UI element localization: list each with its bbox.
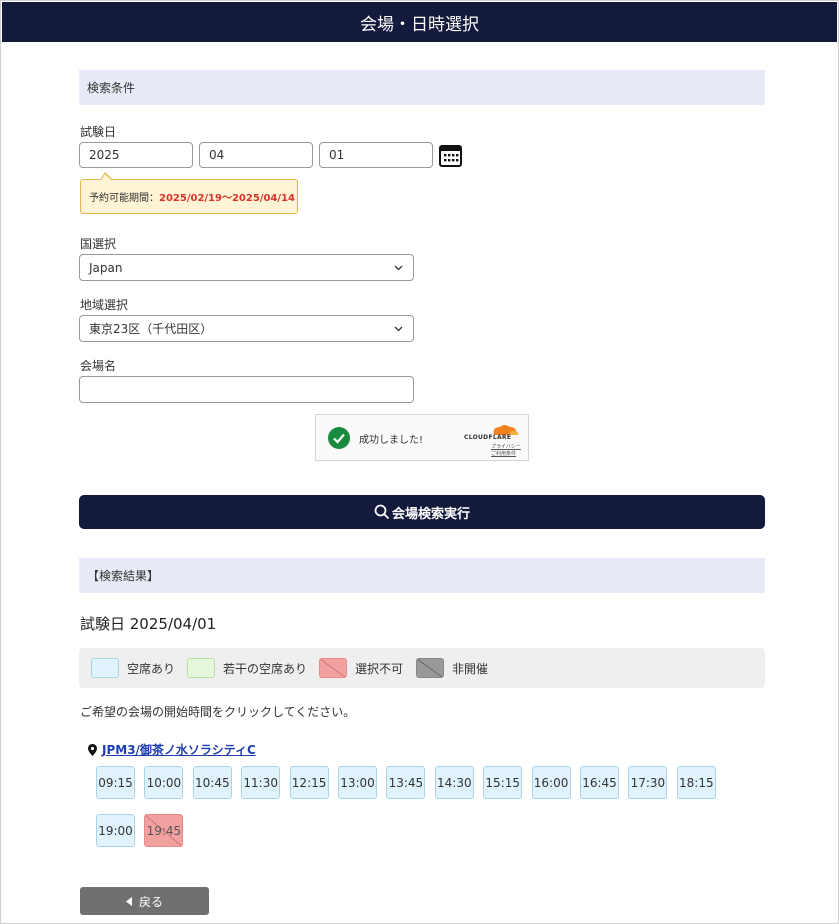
- region-select[interactable]: 東京23区（千代田区）: [79, 315, 414, 342]
- time-slot-button[interactable]: 16:45: [580, 766, 619, 799]
- venue-search-label: 会場検索実行: [391, 506, 470, 522]
- country-label: 国選択: [80, 237, 117, 251]
- page-header: 会場・日時選択: [2, 2, 837, 42]
- result-date-heading: 試験日 2025/04/01: [80, 615, 217, 633]
- time-slot-label: 09:15: [98, 775, 133, 790]
- tooltip-arrow-fill: [101, 174, 111, 180]
- month-input[interactable]: 04: [199, 142, 313, 168]
- search-conditions-title: 検索条件: [87, 81, 136, 95]
- time-slot-label: 12:15: [291, 775, 327, 790]
- legend-label: 非開催: [452, 661, 489, 676]
- time-slot-label: 17:30: [630, 775, 666, 790]
- legend-swatch-not-held: [416, 658, 444, 678]
- chevron-down-icon: [394, 265, 403, 271]
- caret-left-icon: [125, 896, 132, 906]
- time-slot-button[interactable]: 13:45: [386, 766, 426, 799]
- time-slot-button[interactable]: 18:15: [676, 766, 716, 799]
- page-title: 会場・日時選択: [360, 14, 479, 35]
- time-slot-button[interactable]: 12:15: [289, 766, 329, 799]
- captcha-privacy-link[interactable]: プライバシー: [491, 443, 521, 450]
- results-bar: 【検索結果】: [79, 558, 765, 593]
- calendar-icon[interactable]: [439, 144, 462, 167]
- instruction-text: ご希望の会場の開始時間をクリックしてください。: [80, 705, 356, 719]
- time-slot-button: 19:45: [144, 814, 184, 847]
- time-slot-label: 16:00: [533, 775, 569, 790]
- legend-swatch-unselectable: [319, 658, 347, 678]
- time-slot-label: 10:00: [146, 775, 182, 790]
- venue-name: JPM3/御茶ノ水ソラシティC: [102, 743, 256, 757]
- availability-range: 2025/02/19〜2025/04/14: [159, 193, 295, 204]
- exam-date-label: 試験日: [80, 125, 117, 139]
- chevron-down-icon: [394, 326, 403, 332]
- legend-item: 若干の空席あり: [187, 658, 307, 678]
- results-title: 【検索結果】: [87, 569, 160, 583]
- venue-link[interactable]: JPM3/御茶ノ水ソラシティC: [88, 741, 256, 758]
- venue-name-input[interactable]: [79, 376, 414, 403]
- time-slot-label: 19:00: [98, 823, 133, 838]
- time-slot-button[interactable]: 11:30: [241, 766, 281, 799]
- success-check-icon: [328, 427, 350, 449]
- legend-item: 空席あり: [91, 658, 175, 678]
- availability-prefix: 予約可能期間：: [89, 193, 159, 204]
- back-label: 戻る: [138, 894, 163, 909]
- year-value: 2025: [89, 148, 120, 162]
- legend: 空席あり 若干の空席あり 選択不可 非開催: [79, 648, 765, 688]
- region-value: 東京23区（千代田区）: [89, 322, 213, 336]
- year-input[interactable]: 2025: [79, 142, 193, 168]
- time-slot-label: 18:15: [679, 775, 714, 790]
- time-slot-button[interactable]: 14:30: [434, 766, 474, 799]
- availability-tooltip: 予約可能期間： 2025/02/19〜2025/04/14: [80, 179, 298, 214]
- time-slot-label: 16:45: [582, 775, 617, 790]
- country-select[interactable]: Japan: [79, 254, 414, 281]
- time-slot-button[interactable]: 15:15: [483, 766, 523, 799]
- legend-label: 空席あり: [127, 661, 176, 676]
- time-slot-button[interactable]: 10:45: [192, 766, 232, 799]
- captcha-widget[interactable]: 成功しました! CLOUDFLARE プライバシー ご利用条件: [315, 414, 529, 461]
- search-conditions-bar: 検索条件: [79, 70, 765, 105]
- region-label: 地域選択: [80, 298, 129, 312]
- day-input[interactable]: 01: [319, 142, 433, 168]
- time-slot-label: 10:45: [195, 775, 230, 790]
- back-button[interactable]: 戻る: [80, 887, 209, 915]
- time-slot-button[interactable]: 09:15: [96, 766, 135, 799]
- captcha-brand: CLOUDFLARE: [464, 434, 512, 441]
- map-pin-icon: [88, 743, 97, 756]
- captcha-status: 成功しました!: [359, 435, 424, 446]
- legend-item: 非開催: [416, 658, 488, 678]
- legend-swatch-available: [91, 658, 119, 678]
- time-slot-label: 13:00: [340, 775, 375, 790]
- venue-name-label: 会場名: [80, 359, 117, 373]
- time-slot-label: 15:15: [485, 775, 520, 790]
- captcha-terms-link[interactable]: ご利用条件: [491, 450, 516, 457]
- time-slot-label: 19:45: [146, 823, 182, 838]
- time-slot-button[interactable]: 19:00: [96, 814, 135, 847]
- time-slot-button[interactable]: 16:00: [531, 766, 571, 799]
- legend-swatch-few-seats: [187, 658, 215, 678]
- legend-item: 選択不可: [319, 658, 403, 678]
- month-value: 04: [209, 148, 225, 162]
- time-slot-button[interactable]: 13:00: [338, 766, 377, 799]
- day-value: 01: [329, 148, 345, 162]
- legend-label: 若干の空席あり: [223, 661, 308, 676]
- legend-label: 選択不可: [355, 661, 404, 676]
- venue-search-button[interactable]: 会場検索実行: [79, 495, 765, 529]
- time-slot-button[interactable]: 10:00: [144, 766, 184, 799]
- time-slot-label: 11:30: [243, 775, 278, 790]
- time-slot-label: 14:30: [437, 775, 472, 790]
- search-icon: [374, 504, 390, 520]
- country-value: Japan: [89, 260, 123, 275]
- time-slot-button[interactable]: 17:30: [628, 766, 668, 799]
- time-slot-label: 13:45: [388, 775, 424, 790]
